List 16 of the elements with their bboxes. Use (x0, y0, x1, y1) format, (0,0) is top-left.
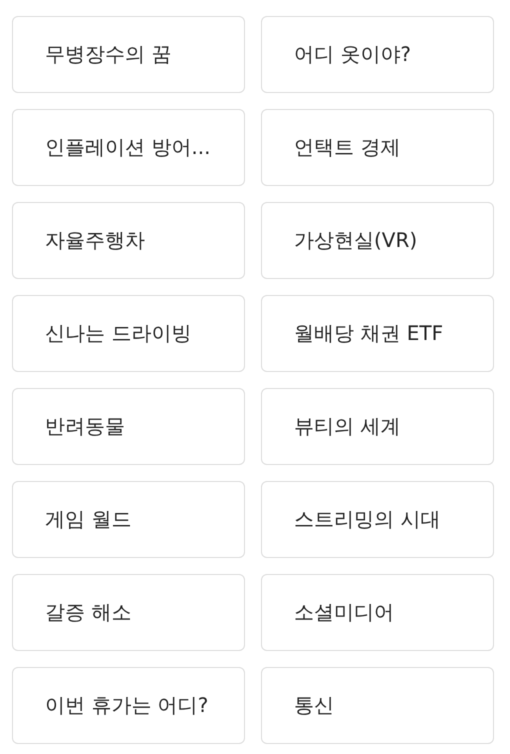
topic-button[interactable]: 자율주행차 (12, 202, 245, 279)
topic-button[interactable]: 반려동물 (12, 388, 245, 465)
topic-button[interactable]: 소셜미디어 (261, 574, 494, 651)
topic-button[interactable]: 어디 옷이야? (261, 16, 494, 93)
topic-button[interactable]: 월배당 채권 ETF (261, 295, 494, 372)
topic-button[interactable]: 무병장수의 꿈 (12, 16, 245, 93)
topic-button[interactable]: 통신 (261, 667, 494, 744)
topic-button[interactable]: 신나는 드라이빙 (12, 295, 245, 372)
topic-button[interactable]: 뷰티의 세계 (261, 388, 494, 465)
topic-button[interactable]: 스트리밍의 시대 (261, 481, 494, 558)
topic-button[interactable]: 가상현실(VR) (261, 202, 494, 279)
topic-button[interactable]: 언택트 경제 (261, 109, 494, 186)
topic-button[interactable]: 인플레이션 방어... (12, 109, 245, 186)
topic-button[interactable]: 갈증 해소 (12, 574, 245, 651)
topic-button[interactable]: 이번 휴가는 어디? (12, 667, 245, 744)
topic-button[interactable]: 게임 월드 (12, 481, 245, 558)
